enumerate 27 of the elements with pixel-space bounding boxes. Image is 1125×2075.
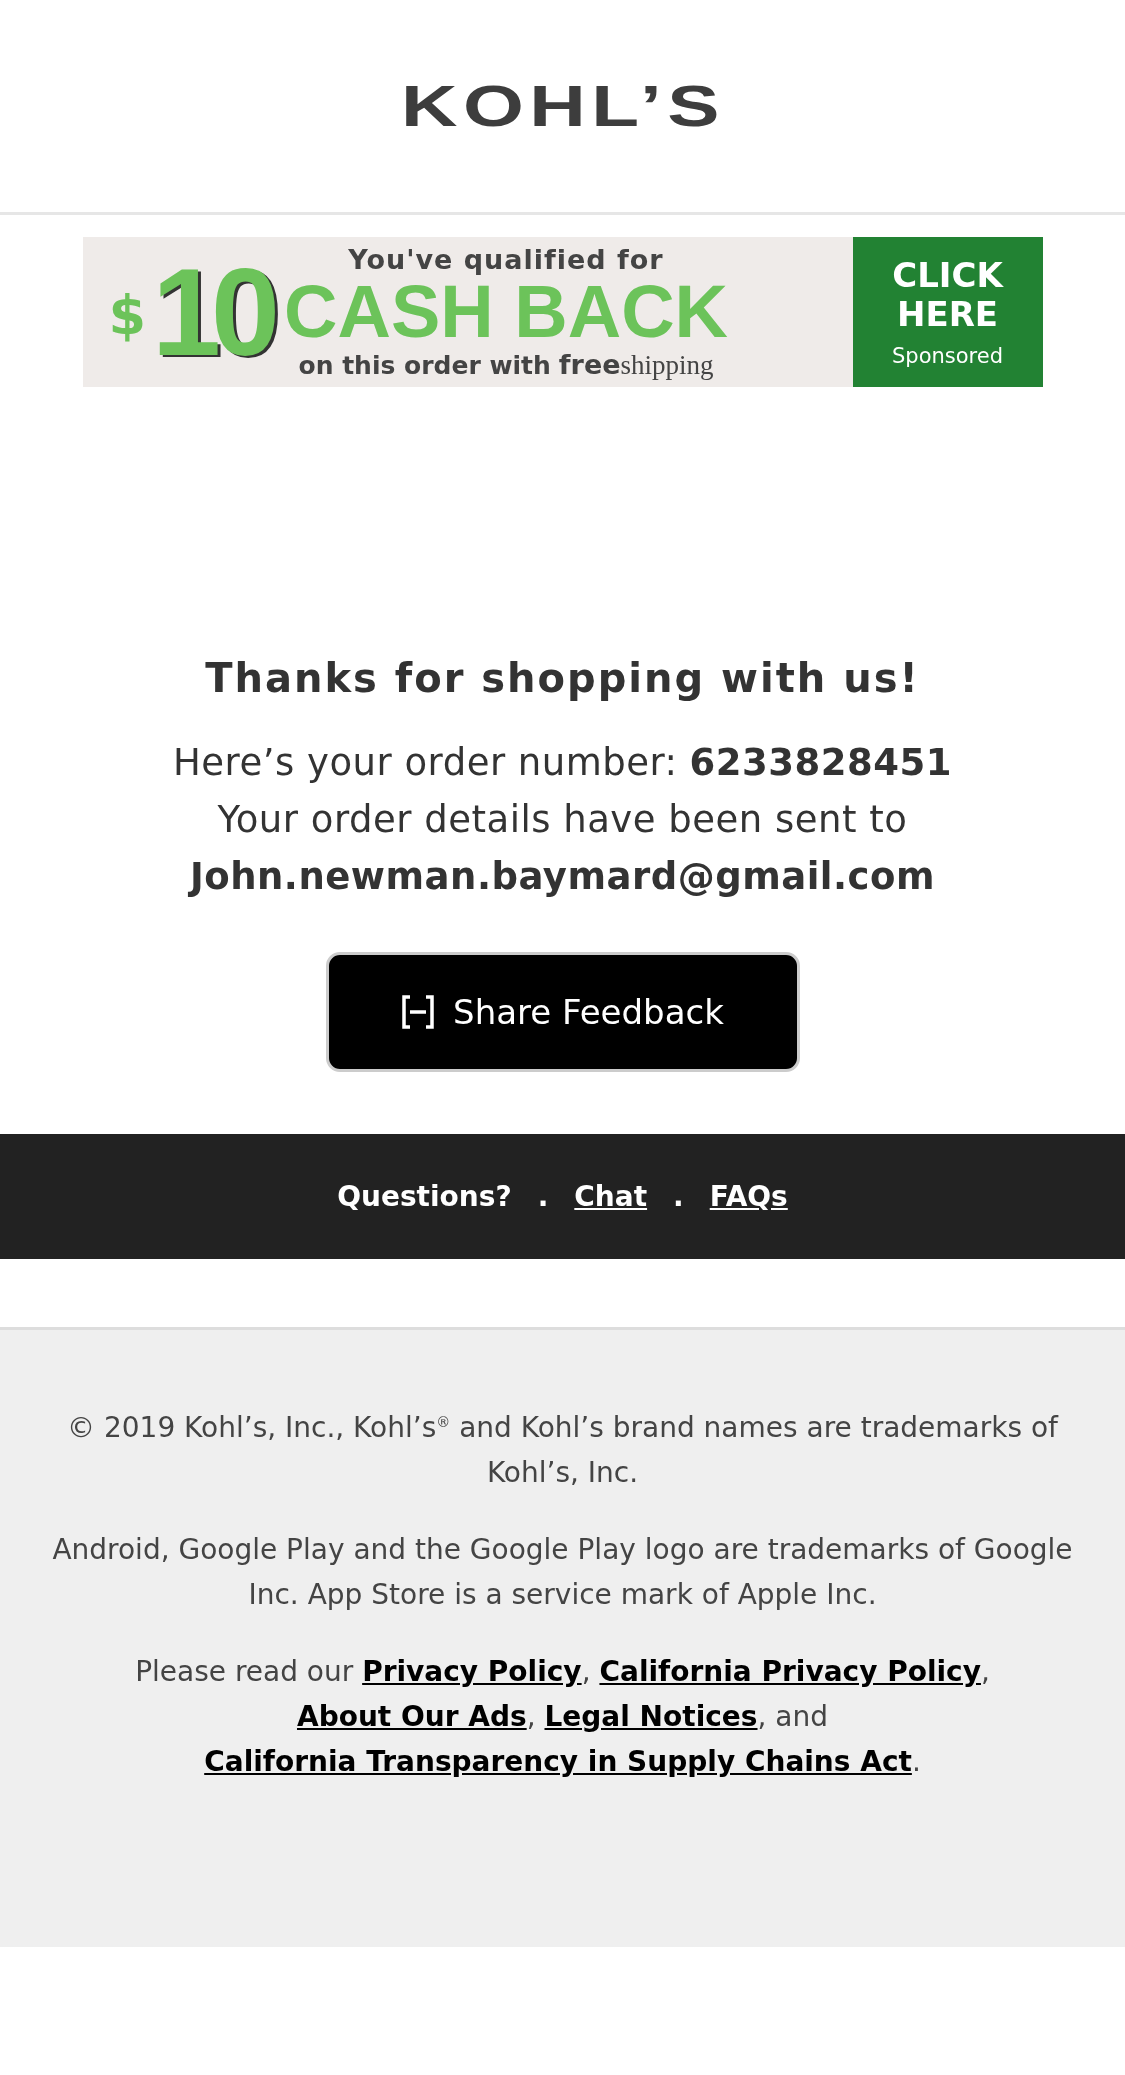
legal-link[interactable]: Legal Notices [544,1700,758,1734]
legal-links-text: Please read our Privacy Policy, California Privacy Policy, About Our Ads, Legal Notices, and California Transparency in Supply Chains Act. [134,1654,991,1781]
legal-link[interactable]: About Our Ads [297,1700,527,1734]
help-link[interactable]: FAQs [709,1180,788,1213]
thank-you-heading: Thanks for shopping with us! [205,655,920,701]
sponsored-label: Sponsored [892,344,1003,369]
email-address: John.newman.baymard@gmail.com [190,855,935,898]
legal-link[interactable]: California Transparency in Supply Chains Act [204,1745,912,1779]
ad-subline: on this order with [298,350,551,380]
dollar-sign: $ [108,283,147,347]
help-link[interactable]: Chat [574,1180,648,1213]
trademark-text: Android, Google Play and the Google Play logo are trademarks of Google Inc. App Store is a service mark of Apple Inc. [51,1532,1074,1614]
share-feedback-button[interactable]: Share Feedback [325,952,800,1072]
order-number: 6233828451 [689,741,953,784]
legal-link[interactable]: Privacy Policy [362,1655,582,1689]
legal-link[interactable]: California Privacy Policy [599,1655,981,1689]
separator-dot: . [673,1180,684,1213]
separator-dot: . [537,1180,549,1213]
click-here-link[interactable]: CLICK HERE [882,255,1013,335]
sent-to-text: Your order details have been sent to [217,798,908,841]
order-number-label: Here’s your order number: [172,741,678,784]
ad-headline: You've qualified for [348,243,664,275]
ad-brand: freeshipping [558,348,714,381]
feedback-icon [401,994,436,1030]
copyright-text: © 2019 Kohl’s, Inc., Kohl’s$^{®}$ and Kohl’s brand names are trademarks of Kohl’s, Inc. [66,1410,1060,1492]
questions-label: Questions? [337,1180,512,1213]
logo: KOHL’S [400,77,725,135]
